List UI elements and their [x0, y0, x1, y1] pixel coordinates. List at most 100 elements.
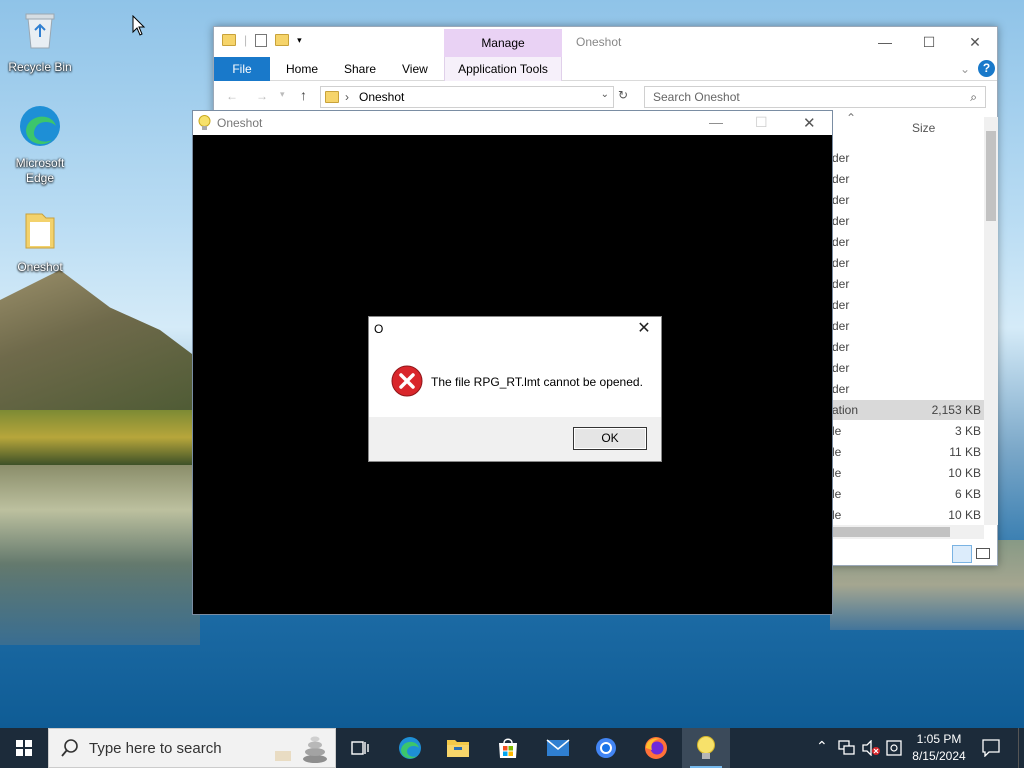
list-item[interactable]: le 11 KB	[832, 442, 984, 462]
list-item[interactable]: le 6 KB	[832, 484, 984, 504]
list-item-selected[interactable]: ation 2,153 KB	[832, 400, 984, 420]
view-toggle	[950, 545, 996, 563]
taskbar-search-input[interactable]: Type here to search	[48, 728, 336, 768]
explorer-titlebar[interactable]: | ▾ Manage Oneshot — ☐ ✕	[214, 27, 997, 57]
list-item[interactable]: der	[832, 358, 984, 378]
desktop-icon-recycle-bin[interactable]: Recycle Bin	[2, 8, 78, 75]
dialog-close-button[interactable]: ✕	[633, 319, 655, 339]
divider: |	[244, 33, 248, 47]
forward-arrow-icon[interactable]: →	[256, 89, 268, 103]
up-arrow-icon[interactable]: ↑	[300, 87, 307, 103]
taskbar-store[interactable]	[484, 728, 532, 768]
recycle-bin-icon	[25, 13, 55, 49]
list-item[interactable]: der	[832, 232, 984, 252]
search-placeholder: Search Oneshot	[653, 90, 740, 104]
maximize-button[interactable]: ☐	[755, 114, 768, 131]
taskbar-chrome[interactable]	[582, 728, 630, 768]
task-view-button[interactable]	[336, 728, 384, 768]
network-icon[interactable]	[838, 740, 856, 756]
tab-share[interactable]: Share	[332, 57, 388, 81]
error-message: The file RPG_RT.lmt cannot be opened.	[431, 375, 643, 389]
notifications-icon[interactable]	[982, 739, 1000, 757]
search-icon	[61, 739, 78, 757]
search-input[interactable]: Search Oneshot ⌕	[644, 86, 986, 108]
properties-icon[interactable]	[255, 33, 268, 47]
quick-access-toolbar: | ▾	[222, 33, 302, 47]
breadcrumb[interactable]: Oneshot	[359, 90, 404, 104]
list-item[interactable]: der	[832, 379, 984, 399]
folder-icon[interactable]	[222, 34, 236, 46]
help-icon[interactable]: ?	[978, 60, 995, 77]
address-dropdown-icon[interactable]: ⌄	[601, 89, 609, 100]
ribbon-expand-icon[interactable]: ⌄	[960, 62, 970, 76]
store-icon	[499, 738, 517, 758]
taskbar-file-explorer[interactable]	[434, 728, 482, 768]
desktop-icon-label: Microsoft Edge	[15, 156, 65, 185]
taskbar-firefox[interactable]	[632, 728, 680, 768]
list-item[interactable]: der	[832, 253, 984, 273]
list-item[interactable]: der	[832, 316, 984, 336]
list-item[interactable]: der	[832, 190, 984, 210]
maximize-button[interactable]: ☐	[914, 31, 944, 53]
close-button[interactable]: ✕	[803, 114, 816, 132]
back-arrow-icon[interactable]: ←	[226, 89, 238, 103]
edge-icon	[399, 737, 421, 759]
tab-home[interactable]: Home	[274, 57, 330, 81]
details-view-icon[interactable]	[952, 545, 972, 563]
tab-application-tools[interactable]: Application Tools	[444, 57, 562, 81]
folder-icon	[25, 213, 55, 249]
column-header-size[interactable]: Size	[912, 121, 935, 135]
list-item[interactable]: le 10 KB	[832, 463, 984, 483]
taskbar-edge[interactable]	[386, 728, 434, 768]
ribbon-tabs: File Home Share View Application Tools ⌄…	[214, 57, 997, 81]
minimize-button[interactable]: —	[870, 31, 900, 53]
taskbar: Type here to search ⌃ 1:05 PM 8/15/2024	[0, 728, 1024, 768]
tab-view[interactable]: View	[390, 57, 440, 81]
list-item[interactable]: der	[832, 337, 984, 357]
clock-time: 1:05 PM	[916, 732, 962, 746]
error-dialog: O ✕ The file RPG_RT.lmt cannot be opened…	[368, 316, 662, 462]
action-center-sync-icon[interactable]	[886, 740, 902, 756]
horizontal-scrollbar[interactable]	[832, 525, 984, 539]
list-item[interactable]: der	[832, 169, 984, 189]
volume-muted-icon[interactable]	[861, 740, 881, 756]
window-title: Oneshot	[217, 116, 263, 130]
system-clock[interactable]: 1:05 PM 8/15/2024	[905, 731, 973, 765]
list-item[interactable]: der	[832, 148, 984, 168]
recent-chevron-icon[interactable]: ▾	[280, 89, 285, 100]
taskbar-oneshot[interactable]	[682, 728, 730, 768]
list-item[interactable]: der	[832, 274, 984, 294]
desktop-icon-edge[interactable]: Microsoft Edge	[2, 104, 78, 186]
breadcrumb-chevron-icon: ›	[345, 90, 349, 104]
minimize-button[interactable]: —	[709, 114, 723, 130]
ok-button[interactable]: OK	[573, 427, 647, 450]
scrollbar-thumb[interactable]	[986, 131, 996, 221]
address-bar[interactable]: › Oneshot ⌄	[320, 86, 614, 108]
edge-icon	[20, 106, 60, 146]
new-folder-icon[interactable]	[275, 34, 290, 46]
taskbar-mail[interactable]	[534, 728, 582, 768]
close-button[interactable]: ✕	[960, 31, 990, 53]
desktop-icon-oneshot[interactable]: Oneshot	[2, 208, 78, 275]
wallpaper-mountain	[0, 270, 200, 420]
chevron-down-icon[interactable]: ▾	[297, 35, 302, 46]
show-desktop-button[interactable]	[1018, 728, 1024, 768]
start-button[interactable]	[0, 728, 48, 768]
search-icon[interactable]: ⌕	[970, 87, 977, 107]
large-icons-view-icon[interactable]	[976, 548, 990, 559]
firefox-icon	[645, 737, 667, 759]
list-item[interactable]: le 3 KB	[832, 421, 984, 441]
show-hidden-icons-chevron-icon[interactable]: ⌃	[816, 738, 828, 768]
list-item[interactable]: le 10 KB	[832, 505, 984, 525]
tab-manage[interactable]: Manage	[444, 29, 562, 57]
file-list: Size der der der der der der der der der…	[832, 111, 984, 531]
list-item[interactable]: der	[832, 295, 984, 315]
list-item[interactable]: der	[832, 211, 984, 231]
search-highlight-icon	[275, 736, 327, 763]
vertical-scrollbar[interactable]	[984, 117, 998, 525]
refresh-icon[interactable]: ↻	[618, 88, 628, 102]
desktop-icon-label: Oneshot	[17, 260, 63, 274]
scrollbar-thumb[interactable]	[832, 527, 950, 537]
tab-file[interactable]: File	[214, 57, 270, 81]
game-titlebar[interactable]: Oneshot — ☐ ✕	[193, 111, 832, 135]
